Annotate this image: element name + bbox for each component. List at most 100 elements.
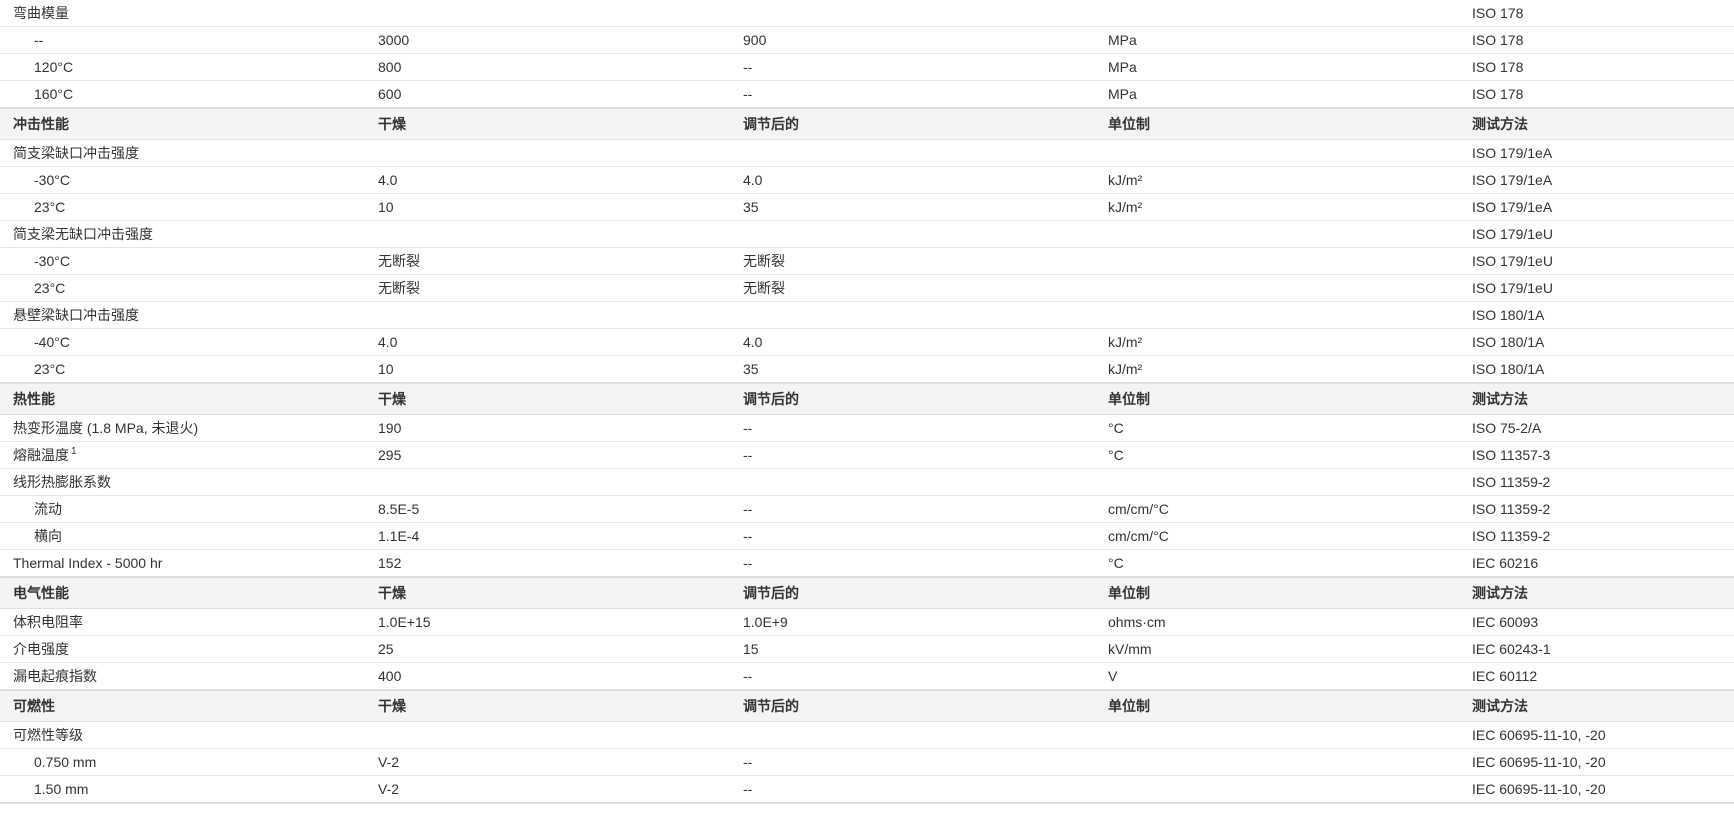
column-header-unit: 单位制 xyxy=(1095,107,1459,140)
column-header-conditioned: 调节后的 xyxy=(730,107,1095,140)
value-conditioned xyxy=(730,301,1095,329)
unit-value: kV/mm xyxy=(1095,635,1459,663)
unit-value: °C xyxy=(1095,414,1459,442)
value-dry xyxy=(365,301,730,329)
value-dry: 1.0E+15 xyxy=(365,608,730,636)
property-name: 0.750 mm xyxy=(0,748,365,776)
value-dry: 1.1E-4 xyxy=(365,522,730,550)
value-conditioned: -- xyxy=(730,80,1095,109)
table-row: 1.50 mm V-2 -- IEC 60695-11-10, -20 xyxy=(0,775,1734,804)
table-row: 漏电起痕指数 400 -- V IEC 60112 xyxy=(0,662,1734,691)
value-conditioned xyxy=(730,220,1095,248)
column-header-test-method: 测试方法 xyxy=(1459,576,1734,609)
value-conditioned: 900 xyxy=(730,26,1095,54)
test-method-value: ISO 179/1eA xyxy=(1459,139,1734,167)
table-row: 120°C 800 -- MPa ISO 178 xyxy=(0,53,1734,81)
value-conditioned xyxy=(730,139,1095,167)
property-name: 23°C xyxy=(0,193,365,221)
property-label: -- xyxy=(34,32,44,48)
unit-value: MPa xyxy=(1095,26,1459,54)
value-conditioned: -- xyxy=(730,522,1095,550)
table-row: 悬壁梁缺口冲击强度 ISO 180/1A xyxy=(0,301,1734,329)
property-name: 体积电阻率 xyxy=(0,608,365,636)
test-method-value: ISO 178 xyxy=(1459,80,1734,109)
table-row: 可燃性等级 IEC 60695-11-10, -20 xyxy=(0,721,1734,749)
table-row: -40°C 4.0 4.0 kJ/m² ISO 180/1A xyxy=(0,328,1734,356)
unit-value: cm/cm/°C xyxy=(1095,495,1459,523)
property-name: 1.50 mm xyxy=(0,775,365,804)
value-dry xyxy=(365,468,730,496)
column-header-unit: 单位制 xyxy=(1095,382,1459,415)
property-name: 流动 xyxy=(0,495,365,523)
property-label: 23°C xyxy=(34,361,66,377)
value-conditioned xyxy=(730,468,1095,496)
value-conditioned xyxy=(730,0,1095,27)
unit-value: kJ/m² xyxy=(1095,193,1459,221)
property-name: 23°C xyxy=(0,274,365,302)
value-dry: 4.0 xyxy=(365,328,730,356)
table-row: 线形热膨胀系数 ISO 11359-2 xyxy=(0,468,1734,496)
section-header-row: 热性能 干燥 调节后的 单位制 测试方法 xyxy=(0,382,1734,415)
test-method-value: ISO 11359-2 xyxy=(1459,495,1734,523)
test-method-value: ISO 180/1A xyxy=(1459,301,1734,329)
unit-value xyxy=(1095,0,1459,27)
properties-table: 弯曲模量 ISO 178 -- 3000 900 MPa ISO 178 120°C 800 --… xyxy=(0,0,1734,804)
value-conditioned: 4.0 xyxy=(730,328,1095,356)
property-label: 简支梁无缺口冲击强度 xyxy=(13,226,153,242)
unit-value xyxy=(1095,301,1459,329)
test-method-value: IEC 60216 xyxy=(1459,549,1734,578)
property-label: 可燃性等级 xyxy=(13,727,83,743)
value-dry xyxy=(365,139,730,167)
test-method-value: ISO 178 xyxy=(1459,53,1734,81)
table-row: 0.750 mm V-2 -- IEC 60695-11-10, -20 xyxy=(0,748,1734,776)
test-method-value: ISO 179/1eA xyxy=(1459,193,1734,221)
test-method-value: IEC 60112 xyxy=(1459,662,1734,691)
property-name: 横向 xyxy=(0,522,365,550)
test-method-value: ISO 178 xyxy=(1459,26,1734,54)
unit-value xyxy=(1095,220,1459,248)
section-title: 可燃性 xyxy=(0,689,365,722)
test-method-value: ISO 11357-3 xyxy=(1459,441,1734,469)
test-method-value: IEC 60695-11-10, -20 xyxy=(1459,775,1734,804)
table-row: 熔融温度 1 295 -- °C ISO 11357-3 xyxy=(0,441,1734,469)
column-header-unit: 单位制 xyxy=(1095,576,1459,609)
column-header-dry: 干燥 xyxy=(365,382,730,415)
column-header-dry: 干燥 xyxy=(365,107,730,140)
property-name: -40°C xyxy=(0,328,365,356)
unit-value xyxy=(1095,748,1459,776)
property-name: 简支梁缺口冲击强度 xyxy=(0,139,365,167)
unit-value: kJ/m² xyxy=(1095,355,1459,384)
value-dry xyxy=(365,721,730,749)
test-method-value: ISO 179/1eU xyxy=(1459,220,1734,248)
property-name: 线形热膨胀系数 xyxy=(0,468,365,496)
property-name: -- xyxy=(0,26,365,54)
table-row: 横向 1.1E-4 -- cm/cm/°C ISO 11359-2 xyxy=(0,522,1734,550)
property-name: 简支梁无缺口冲击强度 xyxy=(0,220,365,248)
unit-value: MPa xyxy=(1095,80,1459,109)
property-name: 漏电起痕指数 xyxy=(0,662,365,691)
section-title: 电气性能 xyxy=(0,576,365,609)
value-conditioned: -- xyxy=(730,53,1095,81)
value-conditioned: -- xyxy=(730,495,1095,523)
unit-value xyxy=(1095,139,1459,167)
table-row: -- 3000 900 MPa ISO 178 xyxy=(0,26,1734,54)
value-dry: 400 xyxy=(365,662,730,691)
test-method-value: ISO 180/1A xyxy=(1459,355,1734,384)
property-name: 热变形温度 (1.8 MPa, 未退火) xyxy=(0,414,365,442)
table-row: 160°C 600 -- MPa ISO 178 xyxy=(0,80,1734,109)
test-method-value: IEC 60695-11-10, -20 xyxy=(1459,748,1734,776)
unit-value: ohms·cm xyxy=(1095,608,1459,636)
property-label: 悬壁梁缺口冲击强度 xyxy=(13,307,139,323)
table-row: Thermal Index - 5000 hr 152 -- °C IEC 60216 xyxy=(0,549,1734,578)
table-row: 体积电阻率 1.0E+15 1.0E+9 ohms·cm IEC 60093 xyxy=(0,608,1734,636)
section-title: 冲击性能 xyxy=(0,107,365,140)
property-label: 160°C xyxy=(34,86,74,102)
value-dry: 190 xyxy=(365,414,730,442)
value-dry: 3000 xyxy=(365,26,730,54)
value-dry: 152 xyxy=(365,549,730,578)
properties-table-body: 弯曲模量 ISO 178 -- 3000 900 MPa ISO 178 120°C 800 --… xyxy=(0,0,1734,804)
property-name: -30°C xyxy=(0,166,365,194)
property-label: 流动 xyxy=(34,501,62,517)
unit-value: kJ/m² xyxy=(1095,166,1459,194)
column-header-dry: 干燥 xyxy=(365,689,730,722)
